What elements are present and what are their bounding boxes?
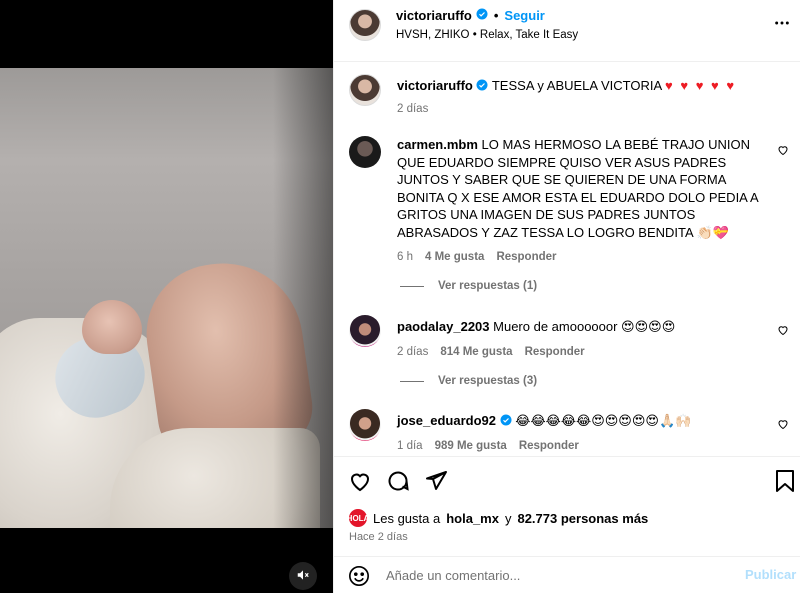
author-line: victoriaruffo • Seguir: [396, 8, 545, 23]
comment-item: paodalay_2203 Muero de amoooooor 😍😍😍😍 2 …: [349, 315, 789, 365]
comment-body: jose_eduardo92 😂😂😂😂😂😍😍😍😍😍🙏🏻🙌🏻 1 día 989 …: [397, 412, 767, 455]
posted-time[interactable]: Hace 2 días: [349, 531, 408, 543]
comment-text: LO MAS HERMOSO LA BEBÉ TRAJO UNION QUE E…: [397, 137, 758, 240]
replies-line: [400, 380, 424, 382]
comment-likes[interactable]: 4 Me gusta: [425, 249, 484, 267]
emoji-icon[interactable]: [348, 565, 370, 590]
caption-username[interactable]: victoriaruffo: [397, 78, 473, 93]
caption: victoriaruffo TESSA y ABUELA VICTORIA ♥ …: [349, 74, 789, 124]
reply-button[interactable]: Responder: [519, 438, 579, 456]
music-artist: HVSH, ZHIKO: [396, 29, 470, 41]
comment-text: 😂😂😂😂😂😍😍😍😍😍🙏🏻🙌🏻: [515, 413, 692, 428]
view-replies-button[interactable]: Ver respuestas (1): [400, 280, 537, 292]
comment-icon[interactable]: [386, 469, 410, 493]
publish-button[interactable]: Publicar: [745, 567, 796, 582]
more-options-icon[interactable]: [774, 15, 790, 34]
mute-button[interactable]: [289, 562, 317, 590]
post-media[interactable]: [0, 0, 333, 593]
likes-summary[interactable]: ¡HOLA! Les gusta a hola_mx y 82.773 pers…: [344, 509, 648, 527]
comment-time[interactable]: 1 día: [397, 438, 423, 456]
comment-username[interactable]: paodalay_2203: [397, 319, 490, 334]
verified-badge-icon: [500, 413, 512, 428]
photo-baby-hand: [82, 300, 142, 354]
replies-line: [400, 285, 424, 287]
music-track: Relax, Take It Easy: [479, 29, 579, 41]
comment-meta: 1 día 989 Me gusta Responder: [397, 438, 767, 456]
action-icons: [348, 469, 448, 493]
author-avatar[interactable]: [349, 9, 381, 41]
verified-badge-icon: [476, 8, 488, 23]
comment-body: paodalay_2203 Muero de amoooooor 😍😍😍😍 2 …: [397, 318, 767, 361]
comment-input[interactable]: [386, 563, 726, 587]
view-replies-label: Ver respuestas (1): [438, 280, 538, 292]
liker-username[interactable]: hola_mx: [446, 511, 499, 526]
caption-time[interactable]: 2 días: [397, 101, 428, 119]
post-header: victoriaruffo • Seguir HVSH, ZHIKO • Rel…: [334, 0, 800, 62]
comments-list[interactable]: victoriaruffo TESSA y ABUELA VICTORIA ♥ …: [334, 62, 800, 456]
liker-avatar[interactable]: ¡HOLA!: [344, 509, 372, 527]
caption-avatar[interactable]: [349, 74, 381, 106]
comment-item: jose_eduardo92 😂😂😂😂😂😍😍😍😍😍🙏🏻🙌🏻 1 día 989 …: [349, 409, 789, 456]
sound-off-icon: [296, 568, 310, 585]
comment-likes[interactable]: 814 Me gusta: [440, 344, 512, 362]
like-comment-heart-icon[interactable]: [777, 418, 789, 433]
comment-composer: Publicar: [334, 556, 800, 593]
share-icon[interactable]: [424, 469, 448, 493]
likes-prefix: Les gusta a: [373, 510, 441, 526]
post-panel: victoriaruffo • Seguir HVSH, ZHIKO • Rel…: [333, 0, 800, 593]
commenter-avatar[interactable]: [349, 315, 381, 347]
author-username[interactable]: victoriaruffo: [396, 8, 472, 23]
likes-middle: y: [504, 510, 512, 526]
caption-hearts: ♥ ♥ ♥ ♥ ♥: [665, 78, 737, 93]
caption-meta: 2 días: [397, 101, 767, 119]
commenter-avatar[interactable]: [349, 409, 381, 441]
view-replies-label: Ver respuestas (3): [438, 375, 538, 387]
separator-dot: •: [493, 8, 499, 23]
comment-meta: 6 h 4 Me gusta Responder: [397, 249, 767, 267]
comment-time[interactable]: 2 días: [397, 344, 428, 362]
music-info[interactable]: HVSH, ZHIKO • Relax, Take It Easy: [396, 29, 578, 41]
comment-username[interactable]: jose_eduardo92: [397, 413, 496, 428]
caption-body: victoriaruffo TESSA y ABUELA VICTORIA ♥ …: [397, 77, 767, 118]
comment-text: Muero de amoooooor 😍😍😍😍: [493, 319, 676, 334]
save-icon[interactable]: [774, 469, 796, 493]
likes-count[interactable]: 82.773 personas más: [517, 511, 648, 526]
reply-button[interactable]: Responder: [525, 344, 585, 362]
like-comment-heart-icon[interactable]: [777, 324, 789, 339]
comment-username[interactable]: carmen.mbm: [397, 137, 478, 152]
verified-badge-icon: [476, 78, 488, 93]
post-photo: [0, 68, 333, 528]
post-actions: ¡HOLA! Les gusta a hola_mx y 82.773 pers…: [334, 456, 800, 556]
like-comment-heart-icon[interactable]: [777, 144, 789, 159]
comment-likes[interactable]: 989 Me gusta: [435, 438, 507, 456]
photo-shadow: [273, 68, 333, 528]
comment-time[interactable]: 6 h: [397, 249, 413, 267]
follow-button[interactable]: Seguir: [504, 8, 544, 23]
caption-text: TESSA y ABUELA VICTORIA: [491, 78, 662, 93]
reply-button[interactable]: Responder: [496, 249, 556, 267]
comment-item: carmen.mbm LO MAS HERMOSO LA BEBÉ TRAJO …: [349, 136, 789, 266]
separator-dot: •: [472, 29, 480, 41]
comment-body: carmen.mbm LO MAS HERMOSO LA BEBÉ TRAJO …: [397, 136, 767, 267]
commenter-avatar[interactable]: [349, 136, 381, 168]
comment-meta: 2 días 814 Me gusta Responder: [397, 344, 767, 362]
view-replies-button[interactable]: Ver respuestas (3): [400, 375, 537, 387]
heart-icon[interactable]: [348, 469, 372, 493]
